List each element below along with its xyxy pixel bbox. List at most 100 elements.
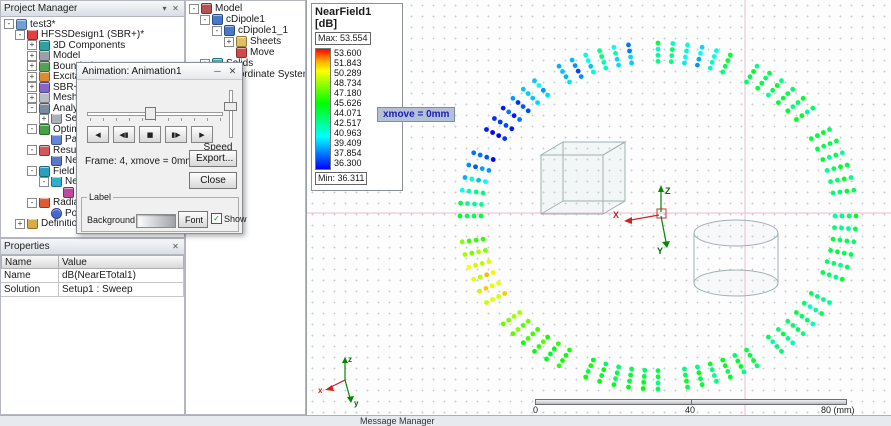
legend-max: Max: 53.554: [315, 32, 371, 45]
definitions-folder-icon: [27, 219, 38, 230]
animation-dialog-titlebar[interactable]: Animation: Animation1 ─ ✕: [77, 63, 242, 80]
nearfield-dot-ring: [458, 41, 859, 392]
tree-item-label: 3D Components: [53, 40, 125, 51]
message-manager-bar: Message Manager: [0, 415, 891, 426]
y-axis-label: y: [354, 399, 359, 408]
move-cs-icon: [236, 47, 247, 58]
label-group: Label Background Font ✓ Show: [81, 192, 239, 232]
pm-item-test3[interactable]: -test3*: [1, 19, 184, 30]
expander-icon[interactable]: +: [27, 82, 37, 92]
expander-icon[interactable]: +: [27, 51, 37, 61]
pm-item-model[interactable]: +Model: [1, 51, 184, 62]
expander-icon[interactable]: +: [27, 72, 37, 82]
mt-item-cdipole1[interactable]: -cDipole1: [186, 14, 305, 25]
expander-icon[interactable]: +: [15, 219, 25, 229]
expander-icon[interactable]: +: [39, 114, 49, 124]
checkbox-check-icon: ✓: [211, 213, 222, 224]
mt-item-sheets[interactable]: +Sheets: [186, 36, 305, 47]
expander-icon[interactable]: +: [27, 61, 37, 71]
expander-icon[interactable]: +: [224, 37, 234, 47]
report-icon: [51, 156, 62, 167]
close-icon[interactable]: ✕: [170, 242, 181, 251]
tree-item-label: Model: [215, 3, 242, 14]
ruler-label: 40: [685, 405, 695, 415]
show-label: Show: [224, 214, 247, 224]
properties-header-row: Name Value: [1, 255, 184, 269]
speed-slider-track[interactable]: [229, 90, 233, 138]
minimize-icon[interactable]: ─: [210, 66, 225, 76]
db-plot-icon: [63, 187, 74, 198]
table-row[interactable]: Solution Setup1 : Sweep: [1, 283, 184, 297]
expander-icon[interactable]: -: [27, 166, 37, 176]
expander-icon[interactable]: -: [15, 30, 25, 40]
frame-slider[interactable]: [87, 106, 223, 122]
property-name: Name: [1, 269, 59, 283]
nearfield-icon: [51, 177, 62, 188]
project-manager-header[interactable]: Project Manager ▾ ✕: [1, 1, 184, 17]
optimetrics-icon: [39, 124, 50, 135]
close-button[interactable]: Close: [189, 172, 237, 189]
message-manager-title[interactable]: Message Manager: [360, 416, 435, 426]
background-color-swatch[interactable]: [136, 214, 176, 228]
step-back-button[interactable]: ◀▮: [113, 126, 135, 143]
color-scale-bar: [315, 48, 331, 170]
font-button[interactable]: Font: [178, 211, 208, 228]
property-value[interactable]: dB(NearETotal1): [59, 269, 184, 283]
mt-item-model[interactable]: - Model: [186, 3, 305, 14]
corner-axes-triad: z x y: [318, 355, 359, 408]
close-icon[interactable]: ✕: [170, 4, 181, 13]
play-reverse-button[interactable]: ◀: [87, 126, 109, 143]
excitations-icon: [39, 72, 50, 83]
properties-table: Name Value Name dB(NearETotal1) Solution…: [1, 255, 184, 297]
frame-slider-thumb[interactable]: [145, 107, 156, 120]
animation-dialog[interactable]: Animation: Animation1 ─ ✕ ◀ ◀▮ ■ ▮▶ ▶: [76, 62, 243, 234]
panel-menu-icon[interactable]: ▾: [159, 4, 170, 13]
speed-slider-thumb[interactable]: [224, 102, 237, 111]
pm-item-3d-components[interactable]: +3D Components: [1, 40, 184, 51]
box-geometry[interactable]: [541, 142, 625, 214]
expander-icon[interactable]: -: [200, 15, 210, 25]
properties-header[interactable]: Properties ✕: [1, 239, 184, 255]
expander-icon[interactable]: -: [27, 124, 37, 134]
label-group-title: Label: [87, 192, 113, 202]
show-checkbox[interactable]: ✓ Show: [211, 213, 247, 224]
export-button[interactable]: Export...: [189, 150, 237, 167]
y-axis-label: Y: [657, 246, 663, 256]
expander-icon[interactable]: [51, 187, 61, 197]
expander-icon[interactable]: +: [27, 93, 37, 103]
expander-icon[interactable]: [39, 135, 49, 145]
step-forward-button[interactable]: ▮▶: [165, 126, 187, 143]
table-row[interactable]: Name dB(NearETotal1): [1, 269, 184, 283]
analysis-icon: [39, 103, 50, 114]
expander-icon[interactable]: -: [27, 145, 37, 155]
legend-min: Min: 36.311: [315, 172, 367, 185]
frame-status-text: Frame: 4, xmove = 0mm: [85, 156, 194, 167]
property-value[interactable]: Setup1 : Sweep: [59, 283, 184, 297]
pm-item-hfssdesign1[interactable]: -HFSSDesign1 (SBR+)*: [1, 30, 184, 41]
cylinder-geometry[interactable]: [694, 220, 778, 296]
expander-icon[interactable]: [224, 48, 234, 58]
expander-icon[interactable]: [39, 156, 49, 166]
expander-icon[interactable]: -: [4, 19, 14, 29]
speed-slider[interactable]: [223, 90, 237, 138]
expander-icon[interactable]: +: [27, 40, 37, 50]
expander-icon[interactable]: -: [212, 26, 222, 36]
animation-variable-label[interactable]: xmove = 0mm: [377, 107, 455, 122]
results-icon: [39, 145, 50, 156]
modeler-viewport[interactable]: Z X Y z x y NearFie: [306, 0, 891, 415]
expander-icon[interactable]: -: [39, 177, 49, 187]
expander-icon[interactable]: [39, 208, 49, 218]
project-icon: [16, 19, 27, 30]
ansys-electronics-desktop: Project Manager ▾ ✕ -test3* -HFSSDesign1…: [0, 0, 891, 426]
play-forward-button[interactable]: ▶: [191, 126, 213, 143]
stop-button[interactable]: ■: [139, 126, 161, 143]
close-icon[interactable]: ✕: [225, 66, 240, 77]
expander-icon[interactable]: -: [27, 198, 37, 208]
mt-item-cdipole1-1[interactable]: -cDipole1_1: [186, 25, 305, 36]
field-legend: NearField1 [dB] Max: 53.554 53.60051.843…: [311, 3, 403, 191]
column-header: Name: [1, 255, 59, 269]
mt-item-move[interactable]: Move: [186, 47, 305, 58]
animation-dialog-title: Animation: Animation1: [82, 66, 182, 77]
expander-icon[interactable]: -: [27, 103, 37, 113]
expander-icon[interactable]: -: [189, 4, 199, 14]
